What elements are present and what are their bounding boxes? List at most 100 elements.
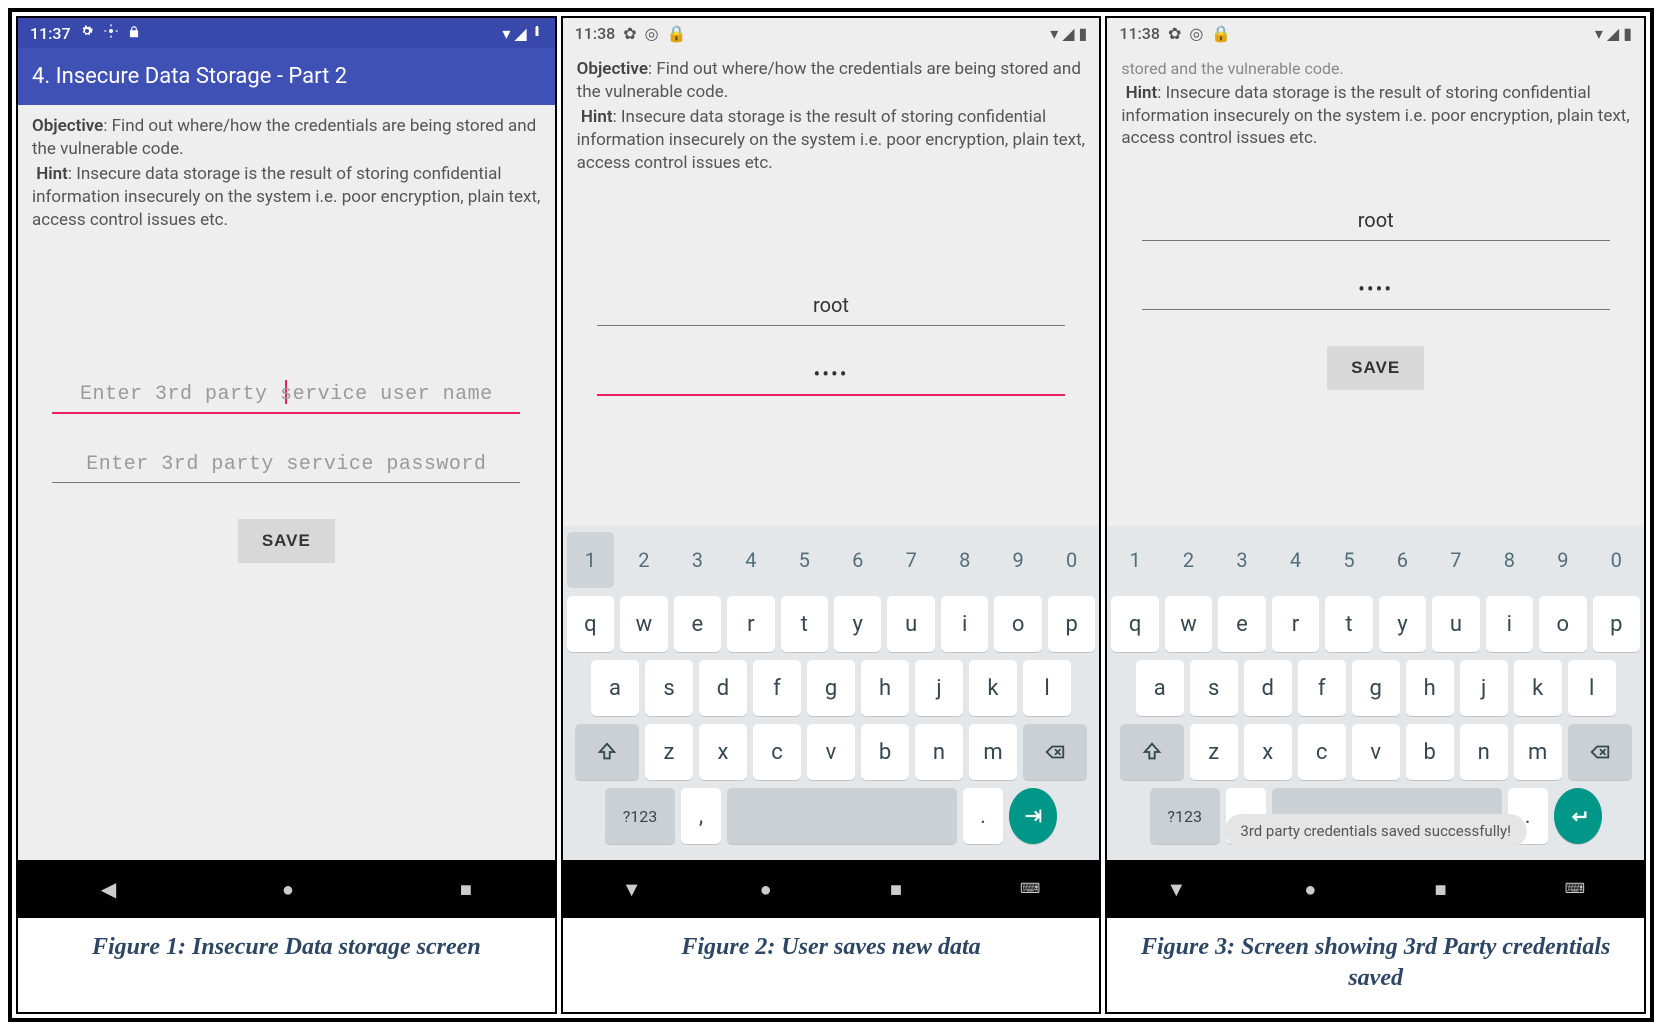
- backspace-key[interactable]: [1023, 724, 1087, 780]
- password-input[interactable]: [1142, 269, 1610, 310]
- key-f[interactable]: f: [753, 660, 801, 716]
- key-x[interactable]: x: [699, 724, 747, 780]
- key-z[interactable]: z: [645, 724, 693, 780]
- key-u[interactable]: u: [887, 596, 934, 652]
- key-c[interactable]: c: [1298, 724, 1346, 780]
- key-y[interactable]: y: [1379, 596, 1426, 652]
- shift-key[interactable]: [1120, 724, 1184, 780]
- key-h[interactable]: h: [1406, 660, 1454, 716]
- home-icon[interactable]: ●: [1304, 877, 1316, 902]
- key-t[interactable]: t: [781, 596, 828, 652]
- key-5[interactable]: 5: [781, 532, 828, 588]
- key-b[interactable]: b: [861, 724, 909, 780]
- username-input[interactable]: [52, 372, 520, 414]
- password-input[interactable]: [52, 442, 520, 483]
- key-k[interactable]: k: [1514, 660, 1562, 716]
- key-9[interactable]: 9: [1539, 532, 1586, 588]
- key-q[interactable]: q: [567, 596, 614, 652]
- key-e[interactable]: e: [1218, 596, 1265, 652]
- key-d[interactable]: d: [1244, 660, 1292, 716]
- key-p[interactable]: p: [1593, 596, 1640, 652]
- key-3[interactable]: 3: [674, 532, 721, 588]
- recents-icon[interactable]: ■: [890, 877, 902, 902]
- key-7[interactable]: 7: [1432, 532, 1479, 588]
- key-u[interactable]: u: [1432, 596, 1479, 652]
- key-2[interactable]: 2: [620, 532, 667, 588]
- key-o[interactable]: o: [994, 596, 1041, 652]
- key-a[interactable]: a: [1136, 660, 1184, 716]
- key-8[interactable]: 8: [1486, 532, 1533, 588]
- key-3[interactable]: 3: [1218, 532, 1265, 588]
- period-key[interactable]: .: [963, 788, 1003, 844]
- recents-icon[interactable]: ■: [460, 877, 472, 902]
- key-e[interactable]: e: [674, 596, 721, 652]
- key-l[interactable]: l: [1568, 660, 1616, 716]
- key-r[interactable]: r: [1272, 596, 1319, 652]
- space-key[interactable]: [727, 788, 957, 844]
- comma-key[interactable]: ,: [681, 788, 721, 844]
- key-0[interactable]: 0: [1593, 532, 1640, 588]
- key-6[interactable]: 6: [1379, 532, 1426, 588]
- key-i[interactable]: i: [941, 596, 988, 652]
- key-1[interactable]: 1: [567, 532, 614, 588]
- key-t[interactable]: t: [1325, 596, 1372, 652]
- key-w[interactable]: w: [620, 596, 667, 652]
- key-i[interactable]: i: [1486, 596, 1533, 652]
- key-c[interactable]: c: [753, 724, 801, 780]
- key-4[interactable]: 4: [727, 532, 774, 588]
- ime-icon[interactable]: ⌨: [1020, 881, 1040, 897]
- username-input[interactable]: [597, 285, 1065, 326]
- key-9[interactable]: 9: [994, 532, 1041, 588]
- ime-icon[interactable]: ⌨: [1565, 881, 1585, 897]
- key-w[interactable]: w: [1165, 596, 1212, 652]
- shift-key[interactable]: [575, 724, 639, 780]
- key-q[interactable]: q: [1111, 596, 1158, 652]
- username-input[interactable]: [1142, 200, 1610, 241]
- key-5[interactable]: 5: [1325, 532, 1372, 588]
- key-v[interactable]: v: [1352, 724, 1400, 780]
- key-j[interactable]: j: [915, 660, 963, 716]
- key-g[interactable]: g: [1352, 660, 1400, 716]
- back-icon[interactable]: ▼: [622, 877, 642, 902]
- key-b[interactable]: b: [1406, 724, 1454, 780]
- key-6[interactable]: 6: [834, 532, 881, 588]
- key-n[interactable]: n: [915, 724, 963, 780]
- key-m[interactable]: m: [1514, 724, 1562, 780]
- key-2[interactable]: 2: [1165, 532, 1212, 588]
- key-4[interactable]: 4: [1272, 532, 1319, 588]
- key-1[interactable]: 1: [1111, 532, 1158, 588]
- recents-icon[interactable]: ■: [1435, 877, 1447, 902]
- key-s[interactable]: s: [1190, 660, 1238, 716]
- key-x[interactable]: x: [1244, 724, 1292, 780]
- key-m[interactable]: m: [969, 724, 1017, 780]
- key-n[interactable]: n: [1460, 724, 1508, 780]
- symbols-key[interactable]: ?123: [1150, 788, 1220, 844]
- key-a[interactable]: a: [591, 660, 639, 716]
- save-button[interactable]: SAVE: [238, 519, 335, 563]
- key-d[interactable]: d: [699, 660, 747, 716]
- key-f[interactable]: f: [1298, 660, 1346, 716]
- key-g[interactable]: g: [807, 660, 855, 716]
- key-o[interactable]: o: [1539, 596, 1586, 652]
- key-v[interactable]: v: [807, 724, 855, 780]
- home-icon[interactable]: ●: [760, 877, 772, 902]
- save-button[interactable]: SAVE: [1327, 346, 1424, 390]
- key-8[interactable]: 8: [941, 532, 988, 588]
- key-7[interactable]: 7: [887, 532, 934, 588]
- home-icon[interactable]: ●: [282, 877, 294, 902]
- key-z[interactable]: z: [1190, 724, 1238, 780]
- back-icon[interactable]: ▼: [1166, 877, 1186, 902]
- key-s[interactable]: s: [645, 660, 693, 716]
- key-j[interactable]: j: [1460, 660, 1508, 716]
- key-p[interactable]: p: [1048, 596, 1095, 652]
- key-l[interactable]: l: [1023, 660, 1071, 716]
- backspace-key[interactable]: [1568, 724, 1632, 780]
- next-key[interactable]: [1009, 788, 1057, 844]
- key-y[interactable]: y: [834, 596, 881, 652]
- key-0[interactable]: 0: [1048, 532, 1095, 588]
- enter-key[interactable]: [1554, 788, 1602, 844]
- key-r[interactable]: r: [727, 596, 774, 652]
- key-h[interactable]: h: [861, 660, 909, 716]
- back-icon[interactable]: ◀: [101, 877, 116, 901]
- password-input[interactable]: [597, 354, 1065, 396]
